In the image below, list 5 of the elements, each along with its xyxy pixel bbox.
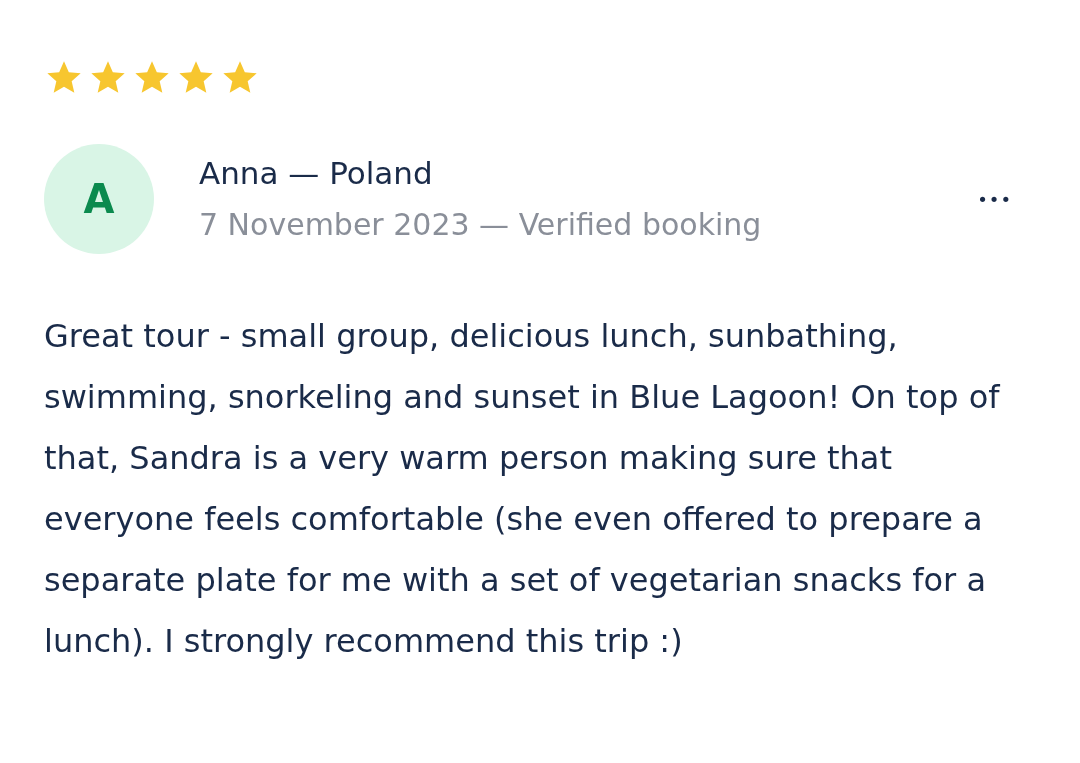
avatar: A	[44, 144, 154, 254]
more-options-button[interactable]: •••	[973, 184, 1016, 214]
reviewer-name: Anna — Poland	[199, 154, 434, 193]
review-text: Great tour - small group, delicious lunch, sunbathing, swimming, snorkeling and sunset in Blue Lagoon! On top of that, Sandra is a very warm person making sure that everyone feels comfortable (she even offered to prepare a separate plate for me with a set of vegetarian snacks for a lunch). I strongly recommend this trip :)	[44, 316, 1001, 662]
review-date: 7 November 2023 — Verified booking	[199, 206, 763, 244]
